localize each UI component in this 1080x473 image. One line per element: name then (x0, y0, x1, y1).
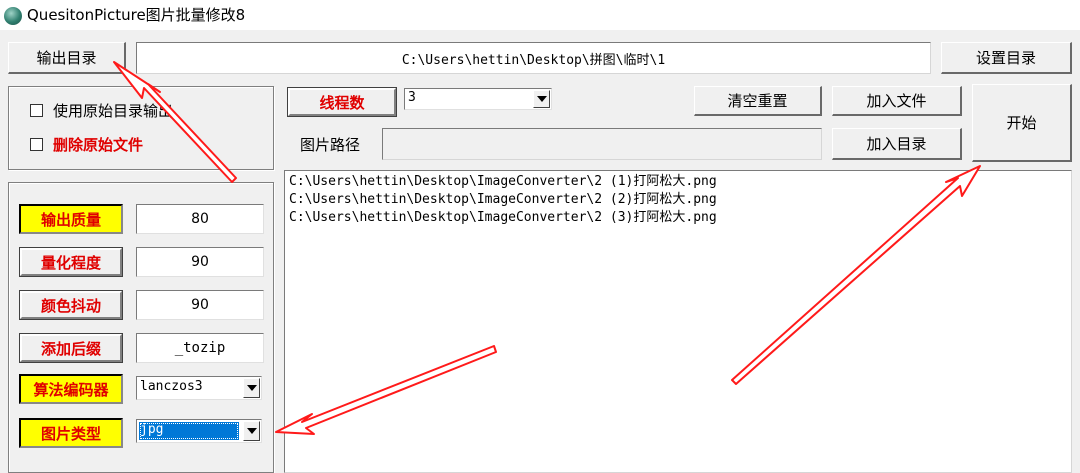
annotation-arrow-output-dir (113, 61, 237, 183)
annotation-arrow-image-type (275, 345, 497, 435)
annotation-arrow-start (731, 165, 981, 385)
annotation-arrows (113, 61, 981, 435)
